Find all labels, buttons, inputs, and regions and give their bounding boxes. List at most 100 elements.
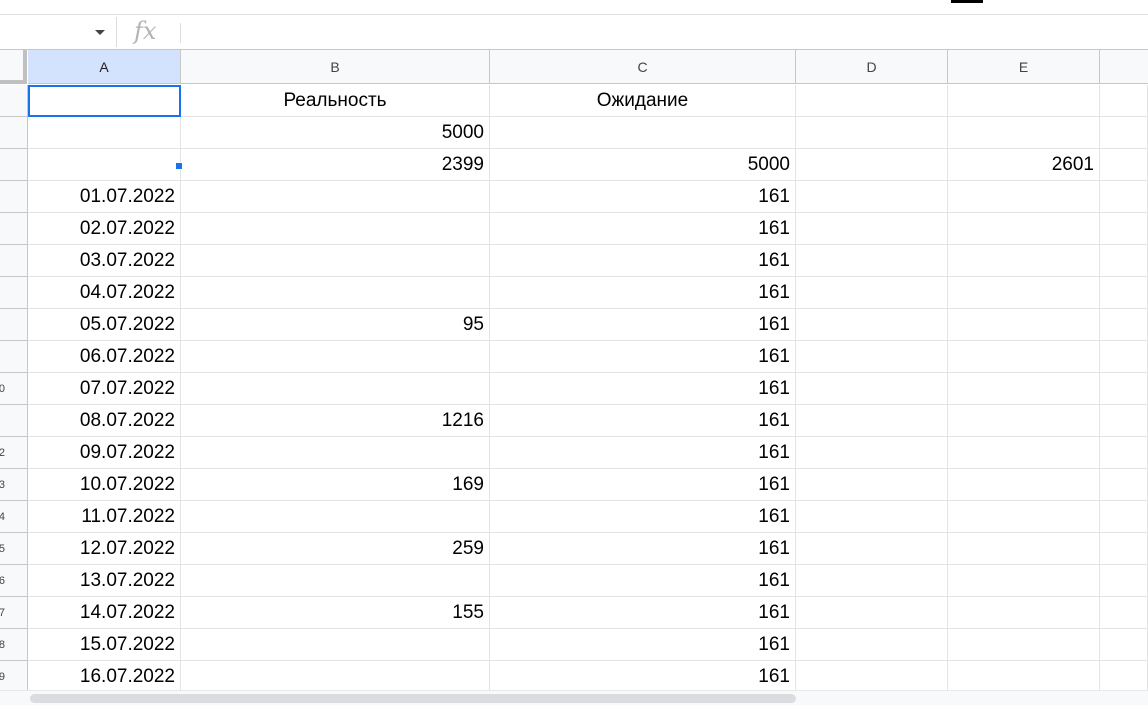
cell-b[interactable]: 155 [181, 597, 490, 629]
cell-d[interactable] [796, 85, 948, 117]
cell-e[interactable] [948, 629, 1100, 661]
cell-a[interactable]: 06.07.2022 [28, 341, 181, 373]
cell-d[interactable] [796, 149, 948, 181]
cell-d[interactable] [796, 597, 948, 629]
cell-f[interactable] [1100, 181, 1148, 213]
cell-d[interactable] [796, 373, 948, 405]
cell-f[interactable] [1100, 309, 1148, 341]
row-header[interactable] [0, 245, 28, 277]
row-header[interactable]: 7 [0, 597, 28, 629]
column-header-d[interactable]: D [796, 50, 948, 84]
cell-a[interactable]: 03.07.2022 [28, 245, 181, 277]
cell-a[interactable]: 10.07.2022 [28, 469, 181, 501]
cell-b[interactable] [181, 213, 490, 245]
row-header[interactable]: 3 [0, 469, 28, 501]
cell-e[interactable] [948, 597, 1100, 629]
cell-c[interactable]: 161 [490, 309, 796, 341]
cell-b[interactable] [181, 437, 490, 469]
cell-e[interactable] [948, 309, 1100, 341]
cell-f[interactable] [1100, 661, 1148, 690]
row-header[interactable]: 6 [0, 565, 28, 597]
cell-f[interactable] [1100, 533, 1148, 565]
cell-e[interactable] [948, 437, 1100, 469]
cell-d[interactable] [796, 629, 948, 661]
cell-b[interactable] [181, 341, 490, 373]
cell-a[interactable]: 15.07.2022 [28, 629, 181, 661]
row-header[interactable]: 4 [0, 501, 28, 533]
cell-a[interactable] [28, 149, 181, 181]
cell-b[interactable] [181, 277, 490, 309]
cell-d[interactable] [796, 565, 948, 597]
row-header[interactable]: 0 [0, 373, 28, 405]
cell-e[interactable] [948, 213, 1100, 245]
cell-f[interactable] [1100, 469, 1148, 501]
fill-handle[interactable] [175, 162, 183, 170]
cell-d[interactable] [796, 533, 948, 565]
cell-b[interactable]: 2399 [181, 149, 490, 181]
cell-f[interactable] [1100, 341, 1148, 373]
cell-d[interactable] [796, 213, 948, 245]
cell-d[interactable] [796, 437, 948, 469]
cell-e[interactable] [948, 565, 1100, 597]
cell-e[interactable] [948, 373, 1100, 405]
cell-e[interactable] [948, 85, 1100, 117]
cell-b[interactable]: 5000 [181, 117, 490, 149]
cell-f[interactable] [1100, 245, 1148, 277]
cell-d[interactable] [796, 245, 948, 277]
cell-d[interactable] [796, 469, 948, 501]
cell-f[interactable] [1100, 597, 1148, 629]
cell-f[interactable] [1100, 85, 1148, 117]
cell-f[interactable] [1100, 149, 1148, 181]
cell-d[interactable] [796, 341, 948, 373]
cell-c[interactable]: 161 [490, 437, 796, 469]
cell-d[interactable] [796, 181, 948, 213]
cell-b[interactable]: 169 [181, 469, 490, 501]
cell-e[interactable] [948, 469, 1100, 501]
cell-f[interactable] [1100, 437, 1148, 469]
cell-f[interactable] [1100, 629, 1148, 661]
cell-b[interactable] [181, 373, 490, 405]
cell-a[interactable]: 12.07.2022 [28, 533, 181, 565]
cell-f[interactable] [1100, 373, 1148, 405]
cell-f[interactable] [1100, 501, 1148, 533]
cell-a[interactable] [28, 117, 181, 149]
cell-a[interactable]: 16.07.2022 [28, 661, 181, 690]
cell-c[interactable]: 161 [490, 405, 796, 437]
cell-a[interactable]: 13.07.2022 [28, 565, 181, 597]
row-header[interactable] [0, 85, 28, 117]
cell-a[interactable]: 09.07.2022 [28, 437, 181, 469]
column-header-f[interactable] [1100, 50, 1148, 84]
cell-e[interactable] [948, 341, 1100, 373]
cell-b[interactable] [181, 661, 490, 690]
cell-c[interactable]: 161 [490, 213, 796, 245]
row-header[interactable] [0, 341, 28, 373]
row-header[interactable] [0, 277, 28, 309]
cell-a[interactable]: 01.07.2022 [28, 181, 181, 213]
column-header-e[interactable]: E [948, 50, 1100, 84]
cell-e[interactable] [948, 181, 1100, 213]
row-header[interactable]: 8 [0, 629, 28, 661]
cell-f[interactable] [1100, 565, 1148, 597]
cell-b[interactable]: Реальность [181, 85, 490, 117]
cell-e[interactable] [948, 501, 1100, 533]
cell-b[interactable] [181, 629, 490, 661]
cell-c[interactable]: 161 [490, 501, 796, 533]
cell-a[interactable] [28, 85, 181, 117]
cell-a[interactable]: 14.07.2022 [28, 597, 181, 629]
cell-c[interactable]: 161 [490, 629, 796, 661]
column-header-a[interactable]: A [28, 50, 181, 84]
row-header[interactable]: 9 [0, 661, 28, 690]
cell-b[interactable] [181, 565, 490, 597]
cell-c[interactable]: 161 [490, 661, 796, 690]
cell-b[interactable] [181, 501, 490, 533]
row-header[interactable] [0, 117, 28, 149]
row-header[interactable] [0, 149, 28, 181]
cell-c[interactable]: 161 [490, 469, 796, 501]
cell-b[interactable]: 1216 [181, 405, 490, 437]
cell-a[interactable]: 11.07.2022 [28, 501, 181, 533]
cell-a[interactable]: 07.07.2022 [28, 373, 181, 405]
cell-c[interactable]: 161 [490, 533, 796, 565]
cell-b[interactable] [181, 181, 490, 213]
cell-f[interactable] [1100, 117, 1148, 149]
cell-d[interactable] [796, 405, 948, 437]
